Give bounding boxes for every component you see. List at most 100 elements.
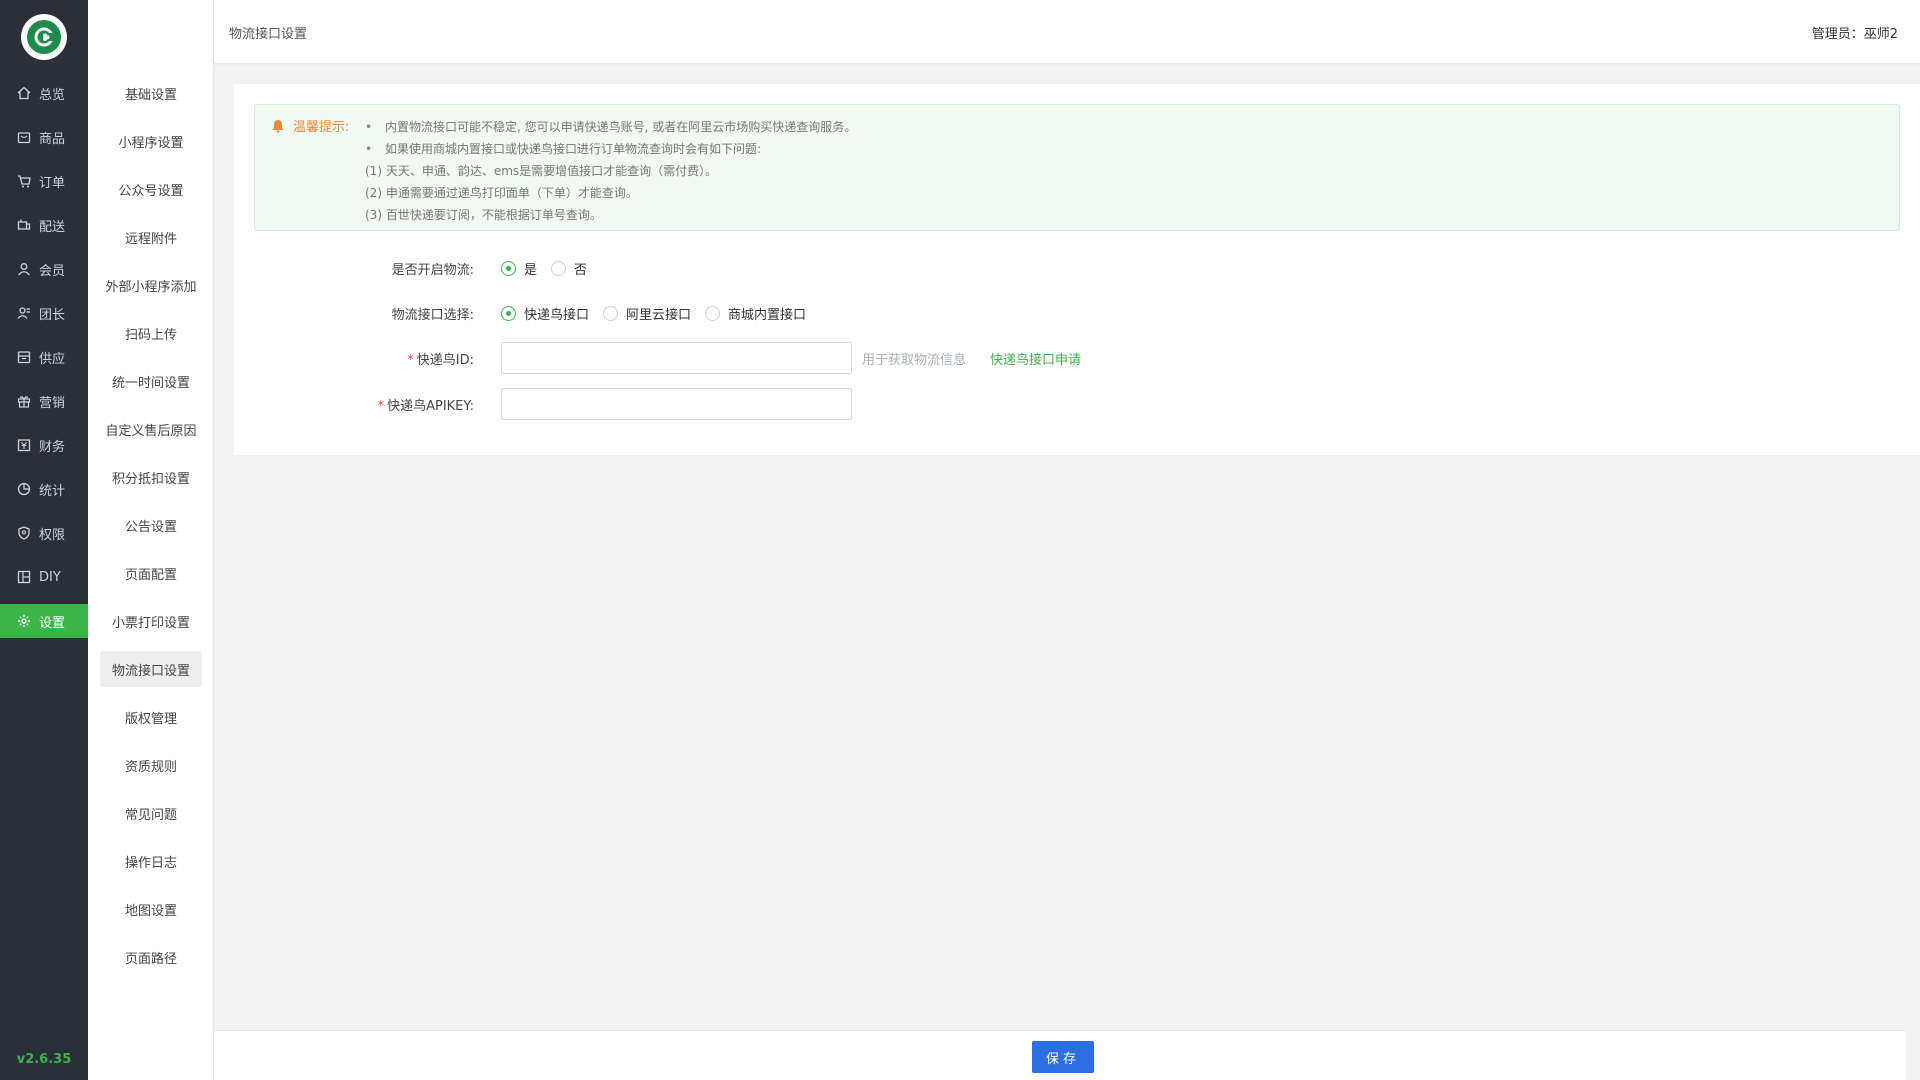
subnav-item-logistics-api[interactable]: 物流接口设置 — [100, 651, 202, 687]
kdn-id-hint: 用于获取物流信息 — [862, 352, 967, 368]
enable-no-radio[interactable]: 否 — [551, 259, 587, 278]
radio-unchecked-icon — [705, 305, 721, 321]
enable-logistics-label: 是否开启物流: — [391, 262, 474, 278]
bell-icon — [271, 119, 285, 133]
radio-unchecked-icon — [551, 260, 567, 276]
rail-item-goods[interactable]: 商品 — [0, 120, 88, 154]
provider-row: 物流接口选择: 快递鸟接口 阿里云接口 商城内置接口 — [234, 301, 820, 325]
tip-title-text: 温馨提示: — [293, 120, 350, 135]
subnav-item-qualification-rules[interactable]: 资质规则 — [100, 747, 202, 783]
radio-label: 阿里云接口 — [626, 307, 692, 323]
order-icon — [16, 173, 32, 189]
subnav-item-official-account[interactable]: 公众号设置 — [100, 171, 202, 207]
subnav-item-faq[interactable]: 常见问题 — [100, 795, 202, 831]
rail-item-label: 商品 — [39, 131, 66, 147]
leader-icon — [16, 305, 32, 321]
rail-item-label: 设置 — [39, 615, 66, 631]
subnav-item-receipt-print[interactable]: 小票打印设置 — [100, 603, 202, 639]
save-button[interactable]: 保存 — [1032, 1041, 1094, 1073]
tip-line: (3) 百世快递要订阅，不能根据订单号查询。 — [365, 208, 602, 222]
kdn-id-label-text: 快递鸟ID: — [416, 352, 474, 368]
kdn-id-input[interactable] — [501, 342, 852, 374]
subnav-item-page-paths[interactable]: 页面路径 — [100, 939, 202, 975]
subnav-item-operation-log[interactable]: 操作日志 — [100, 843, 202, 879]
rail-item-overview[interactable]: 总览 — [0, 76, 88, 110]
radio-checked-icon — [501, 305, 516, 321]
rail-item-label: 营销 — [39, 395, 66, 411]
supply-icon — [16, 349, 32, 365]
tip-title: 温馨提示: — [271, 116, 349, 135]
rail-item-label: 团长 — [39, 307, 66, 323]
rail-item-orders[interactable]: 订单 — [0, 164, 88, 198]
provider-aliyun-radio[interactable]: 阿里云接口 — [603, 304, 691, 323]
radio-label: 快递鸟接口 — [524, 307, 590, 323]
tip-line: 内置物流接口可能不稳定, 您可以申请快递鸟账号, 或者在阿里云市场购买快递查询服… — [365, 116, 856, 138]
chart-icon — [16, 481, 32, 497]
app-logo[interactable] — [21, 14, 67, 60]
admin-info[interactable]: 管理员：巫师2 — [1812, 23, 1898, 42]
kdn-apikey-row: * 快递鸟APIKEY: — [234, 388, 852, 420]
top-header: 物流接口设置 管理员：巫师2 — [214, 0, 1920, 63]
rail-item-supply[interactable]: 供应 — [0, 340, 88, 374]
radio-unchecked-icon — [603, 305, 619, 321]
tip-line: (1) 天天、申通、韵达、ems是需要增值接口才能查询（需付费）。 — [365, 164, 718, 178]
rail-item-settings[interactable]: 设置 — [0, 604, 88, 638]
enable-yes-radio[interactable]: 是 — [501, 259, 537, 278]
layout-icon — [16, 569, 32, 585]
rail-item-permissions[interactable]: 权限 — [0, 516, 88, 550]
kdn-apikey-input[interactable] — [501, 388, 852, 420]
rail-item-members[interactable]: 会员 — [0, 252, 88, 286]
subnav-item-external-miniprogram[interactable]: 外部小程序添加 — [100, 267, 202, 303]
rail-item-label: 统计 — [39, 483, 66, 499]
rail-item-label: 总览 — [39, 87, 66, 103]
tip-box: 温馨提示: 内置物流接口可能不稳定, 您可以申请快递鸟账号, 或者在阿里云市场购… — [254, 104, 1900, 231]
radio-checked-icon — [501, 260, 516, 276]
rail-item-label: 供应 — [39, 351, 66, 367]
subnav-item-map-settings[interactable]: 地图设置 — [100, 891, 202, 927]
breadcrumb: 物流接口设置 — [229, 27, 308, 42]
subnav-item-qr-upload[interactable]: 扫码上传 — [100, 315, 202, 351]
rail-item-delivery[interactable]: 配送 — [0, 208, 88, 242]
finance-icon — [16, 437, 32, 453]
rail-item-marketing[interactable]: 营销 — [0, 384, 88, 418]
delivery-icon — [16, 217, 32, 233]
rail-item-leaders[interactable]: 团长 — [0, 296, 88, 330]
provider-label: 物流接口选择: — [391, 307, 474, 323]
subnav-item-remote-attachment[interactable]: 远程附件 — [100, 219, 202, 255]
rail-item-label: 财务 — [39, 439, 66, 455]
gear-icon — [16, 613, 32, 629]
gift-icon — [16, 393, 32, 409]
kdn-apikey-label: * 快递鸟APIKEY: — [234, 395, 501, 414]
rail-item-finance[interactable]: 财务 — [0, 428, 88, 462]
tip-line: 如果使用商城内置接口或快递鸟接口进行订单物流查询时会有如下问题: — [365, 138, 856, 160]
subnav-item-aftersale-reasons[interactable]: 自定义售后原因 — [100, 411, 202, 447]
user-icon — [16, 261, 32, 277]
app-version: v2.6.35 — [16, 1052, 72, 1067]
subnav-item-miniprogram[interactable]: 小程序设置 — [100, 123, 202, 159]
provider-kdn-radio[interactable]: 快递鸟接口 — [501, 304, 589, 323]
logo-mark-icon — [27, 20, 61, 54]
radio-label: 商城内置接口 — [728, 307, 807, 323]
provider-builtin-radio[interactable]: 商城内置接口 — [705, 304, 806, 323]
subnav-item-basic[interactable]: 基础设置 — [100, 75, 202, 111]
subnav-item-announcement[interactable]: 公告设置 — [100, 507, 202, 543]
subnav-item-points-deduction[interactable]: 积分抵扣设置 — [100, 459, 202, 495]
tip-line: (2) 申通需要通过递鸟打印面单（下单）才能查询。 — [365, 186, 638, 200]
subnav-item-time-settings[interactable]: 统一时间设置 — [100, 363, 202, 399]
rail-item-label: 配送 — [39, 219, 66, 235]
home-icon — [16, 85, 32, 101]
rail-item-label: 会员 — [39, 263, 66, 279]
kdn-apply-link[interactable]: 快递鸟接口申请 — [990, 349, 1081, 368]
rail-item-statistics[interactable]: 统计 — [0, 472, 88, 506]
subnav-item-page-config[interactable]: 页面配置 — [100, 555, 202, 591]
admin-label: 管理员： — [1811, 27, 1864, 42]
shield-icon — [16, 525, 32, 541]
main-rail: 总览 商品 订单 配送 会员 团长 供应 营销 财务 统计 权限 DIY 设置 … — [0, 0, 88, 1080]
radio-label: 否 — [574, 262, 588, 278]
logistics-settings-card: 温馨提示: 内置物流接口可能不稳定, 您可以申请快递鸟账号, 或者在阿里云市场购… — [234, 84, 1920, 455]
enable-logistics-row: 是否开启物流: 是 否 — [234, 256, 601, 280]
subnav-item-copyright[interactable]: 版权管理 — [100, 699, 202, 735]
box-icon — [16, 129, 32, 145]
rail-item-diy[interactable]: DIY — [0, 560, 88, 594]
settings-subnav: 基础设置 小程序设置 公众号设置 远程附件 外部小程序添加 扫码上传 统一时间设… — [88, 0, 214, 1080]
